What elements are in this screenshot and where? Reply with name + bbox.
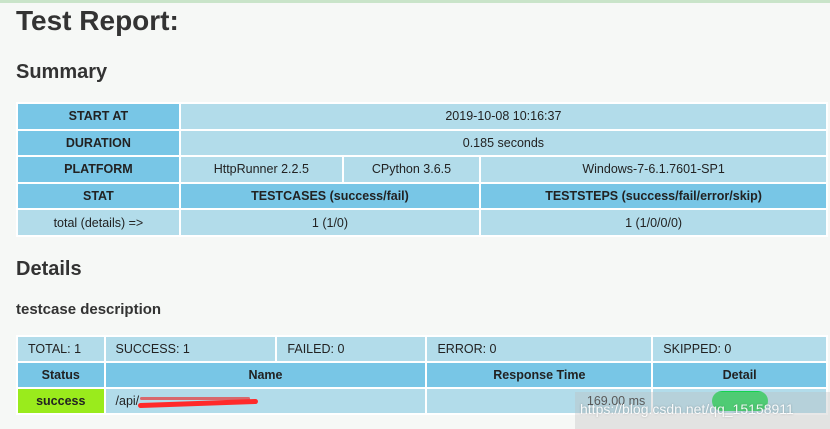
start-at-value: 2019-10-08 10:16:37 [180,104,826,129]
testcase-url: /api/ [116,394,258,409]
skipped-count: SKIPPED: 0 [653,337,826,361]
platform-python: CPython 3.6.5 [343,157,480,182]
testcase-name: /api/ [105,389,426,413]
details-header-row: Status Name Response Time Detail [18,363,826,387]
col-status: Status [18,363,104,387]
status-badge: success [18,389,104,413]
start-at-label: START AT [18,104,179,129]
total-details-link[interactable]: total (details) => [18,210,179,235]
platform-httprunner: HttpRunner 2.2.5 [180,157,342,182]
details-heading: Details [16,258,82,280]
summary-table: START AT 2019-10-08 10:16:37 DURATION 0.… [16,102,828,237]
testcases-label: TESTCASES (success/fail) [180,183,480,209]
platform-os: Windows-7-6.1.7601-SP1 [481,157,826,182]
col-response-time: Response Time [427,363,652,387]
col-detail: Detail [653,363,826,387]
details-stats-row: TOTAL: 1 SUCCESS: 1 FAILED: 0 ERROR: 0 S… [18,337,826,361]
col-name: Name [105,363,426,387]
testcases-value: 1 (1/0) [180,210,480,235]
failed-count: FAILED: 0 [277,337,426,361]
success-count: SUCCESS: 1 [105,337,276,361]
teststeps-value: 1 (1/0/0/0) [481,210,826,235]
teststeps-label: TESTSTEPS (success/fail/error/skip) [481,183,826,209]
platform-label: PLATFORM [18,157,179,182]
summary-heading: Summary [16,61,108,83]
duration-value: 0.185 seconds [180,130,826,156]
summary-row-platform: PLATFORM HttpRunner 2.2.5 CPython 3.6.5 … [18,157,826,182]
redaction-mark [137,398,258,409]
watermark-text: https://blog.csdn.net/qq_15158911 [580,401,794,417]
summary-row-total: total (details) => 1 (1/0) 1 (1/0/0/0) [18,210,826,235]
duration-label: DURATION [18,130,179,156]
error-count: ERROR: 0 [427,337,652,361]
summary-row-stat: STAT TESTCASES (success/fail) TESTSTEPS … [18,183,826,209]
total-count: TOTAL: 1 [18,337,104,361]
stat-label: STAT [18,183,179,209]
summary-row-duration: DURATION 0.185 seconds [18,130,826,156]
summary-row-start: START AT 2019-10-08 10:16:37 [18,104,826,129]
testcase-heading: testcase description [16,301,162,318]
report-title: Test Report: [16,5,179,36]
